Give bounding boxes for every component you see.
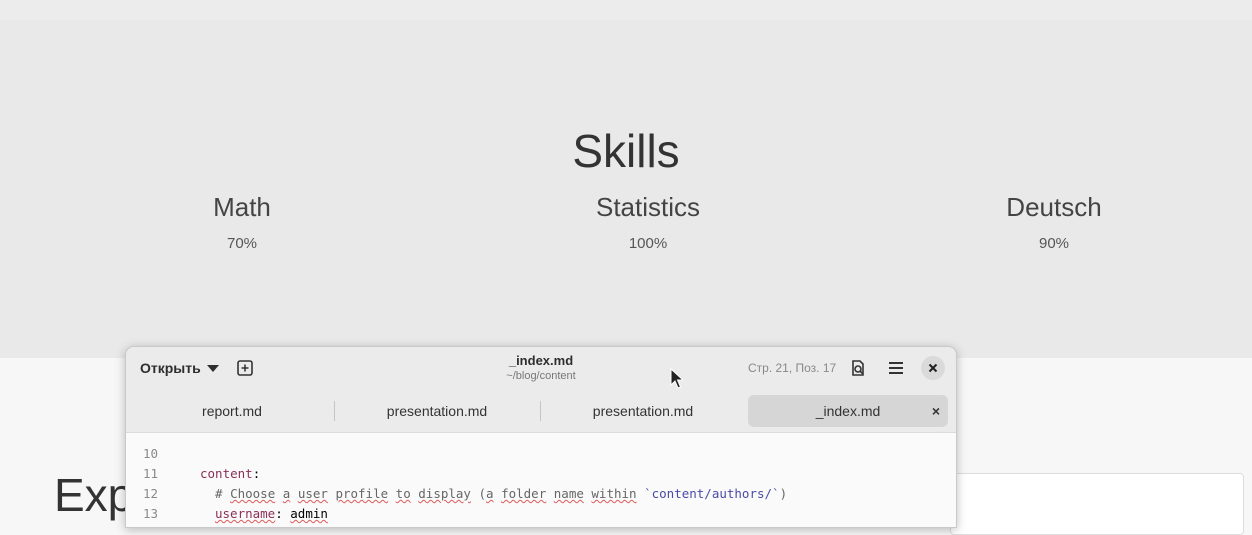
experience-card xyxy=(950,473,1244,535)
tab-report-md[interactable]: report.md xyxy=(132,395,332,427)
tab-separator xyxy=(540,401,541,421)
document-search-icon[interactable] xyxy=(848,358,868,378)
tab-separator xyxy=(334,401,335,421)
skill-name: Statistics xyxy=(595,192,701,222)
code-line: 11 # Choose a user profile to display (a… xyxy=(126,444,956,501)
line-comment: # Override your bio text from `authors/a… xyxy=(215,524,637,527)
experience-heading: Exp xyxy=(54,469,134,521)
text-editor-window: Открыть _index.md ~/blog/content Стр. 21… xyxy=(125,346,957,528)
cursor-position[interactable]: Стр. 21, Поз. 17 xyxy=(748,361,836,375)
yaml-value: admin xyxy=(290,506,328,521)
skill-percent: 90% xyxy=(1038,235,1070,252)
skill-name: Math xyxy=(213,192,271,222)
window-close-button[interactable] xyxy=(921,356,945,380)
yaml-colon: : xyxy=(275,506,291,521)
close-icon xyxy=(928,363,938,373)
tab-presentation-md[interactable]: presentation.md xyxy=(337,395,537,427)
tab-label: presentation.md xyxy=(592,403,694,419)
skill-deutsch: Deutsch 90% xyxy=(904,192,1204,252)
editor-headerbar: Открыть _index.md ~/blog/content Стр. 21… xyxy=(126,347,956,391)
code-view[interactable]: 10 content: 11 # Choose a user profile t… xyxy=(126,433,956,527)
skill-math: Math 70% xyxy=(92,192,392,252)
tab-index-md[interactable]: _index.md × xyxy=(748,395,948,427)
skills-section: Skills Math 70% Statistics 100% Deutsch … xyxy=(0,20,1252,358)
hamburger-menu-icon[interactable] xyxy=(886,358,906,378)
skill-percent: 100% xyxy=(628,235,668,252)
code-line: 12 username: admin xyxy=(126,464,956,521)
yaml-key: username xyxy=(215,506,276,521)
top-band xyxy=(0,0,1252,20)
skills-title: Skills xyxy=(572,125,680,177)
tab-label: _index.md xyxy=(815,403,881,419)
skill-statistics: Statistics 100% xyxy=(498,192,798,252)
tab-close-icon[interactable]: × xyxy=(932,395,940,427)
code-line: 13 # Override your bio text from `author… xyxy=(126,484,956,527)
tab-label: presentation.md xyxy=(386,403,488,419)
skill-percent: 70% xyxy=(226,235,258,252)
line-number: 13 xyxy=(142,506,158,521)
code-line: 10 content: xyxy=(126,424,956,481)
skill-name: Deutsch xyxy=(1006,192,1102,222)
tab-presentation-md-2[interactable]: presentation.md xyxy=(543,395,743,427)
mouse-pointer-icon xyxy=(670,368,684,389)
line-text: username: admin xyxy=(215,504,328,524)
tab-label: report.md xyxy=(202,403,262,419)
